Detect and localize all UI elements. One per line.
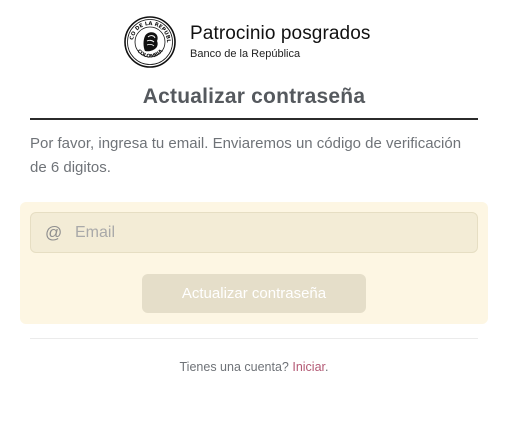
banco-republica-seal-logo: BANCO DE LA REPUBLICA COLOMBIA: [124, 16, 176, 68]
brand-header: BANCO DE LA REPUBLICA COLOMBIA Patrocini…: [124, 16, 371, 68]
login-prompt-suffix: .: [325, 360, 329, 374]
login-prompt: Tienes una cuenta? Iniciar.: [0, 360, 508, 374]
reset-form-panel: @ Actualizar contraseña: [20, 202, 488, 324]
login-prompt-text: Tienes una cuenta?: [179, 360, 289, 374]
update-password-button[interactable]: Actualizar contraseña: [142, 274, 366, 313]
footer-divider: [30, 338, 478, 339]
intro-text: Por favor, ingresa tu email. Enviaremos …: [30, 135, 462, 176]
title-divider: [30, 118, 478, 120]
brand-text: Patrocinio posgrados Banco de la Repúbli…: [190, 23, 371, 61]
login-link[interactable]: Iniciar: [292, 360, 325, 374]
seal-portrait: [143, 32, 158, 52]
email-input[interactable]: [73, 222, 457, 243]
email-field[interactable]: @: [30, 212, 478, 253]
brand-subtitle: Banco de la República: [190, 48, 301, 60]
page-title: Actualizar contraseña: [142, 85, 366, 108]
brand-title: Patrocinio posgrados: [190, 23, 371, 44]
at-sign-icon: @: [45, 222, 63, 242]
